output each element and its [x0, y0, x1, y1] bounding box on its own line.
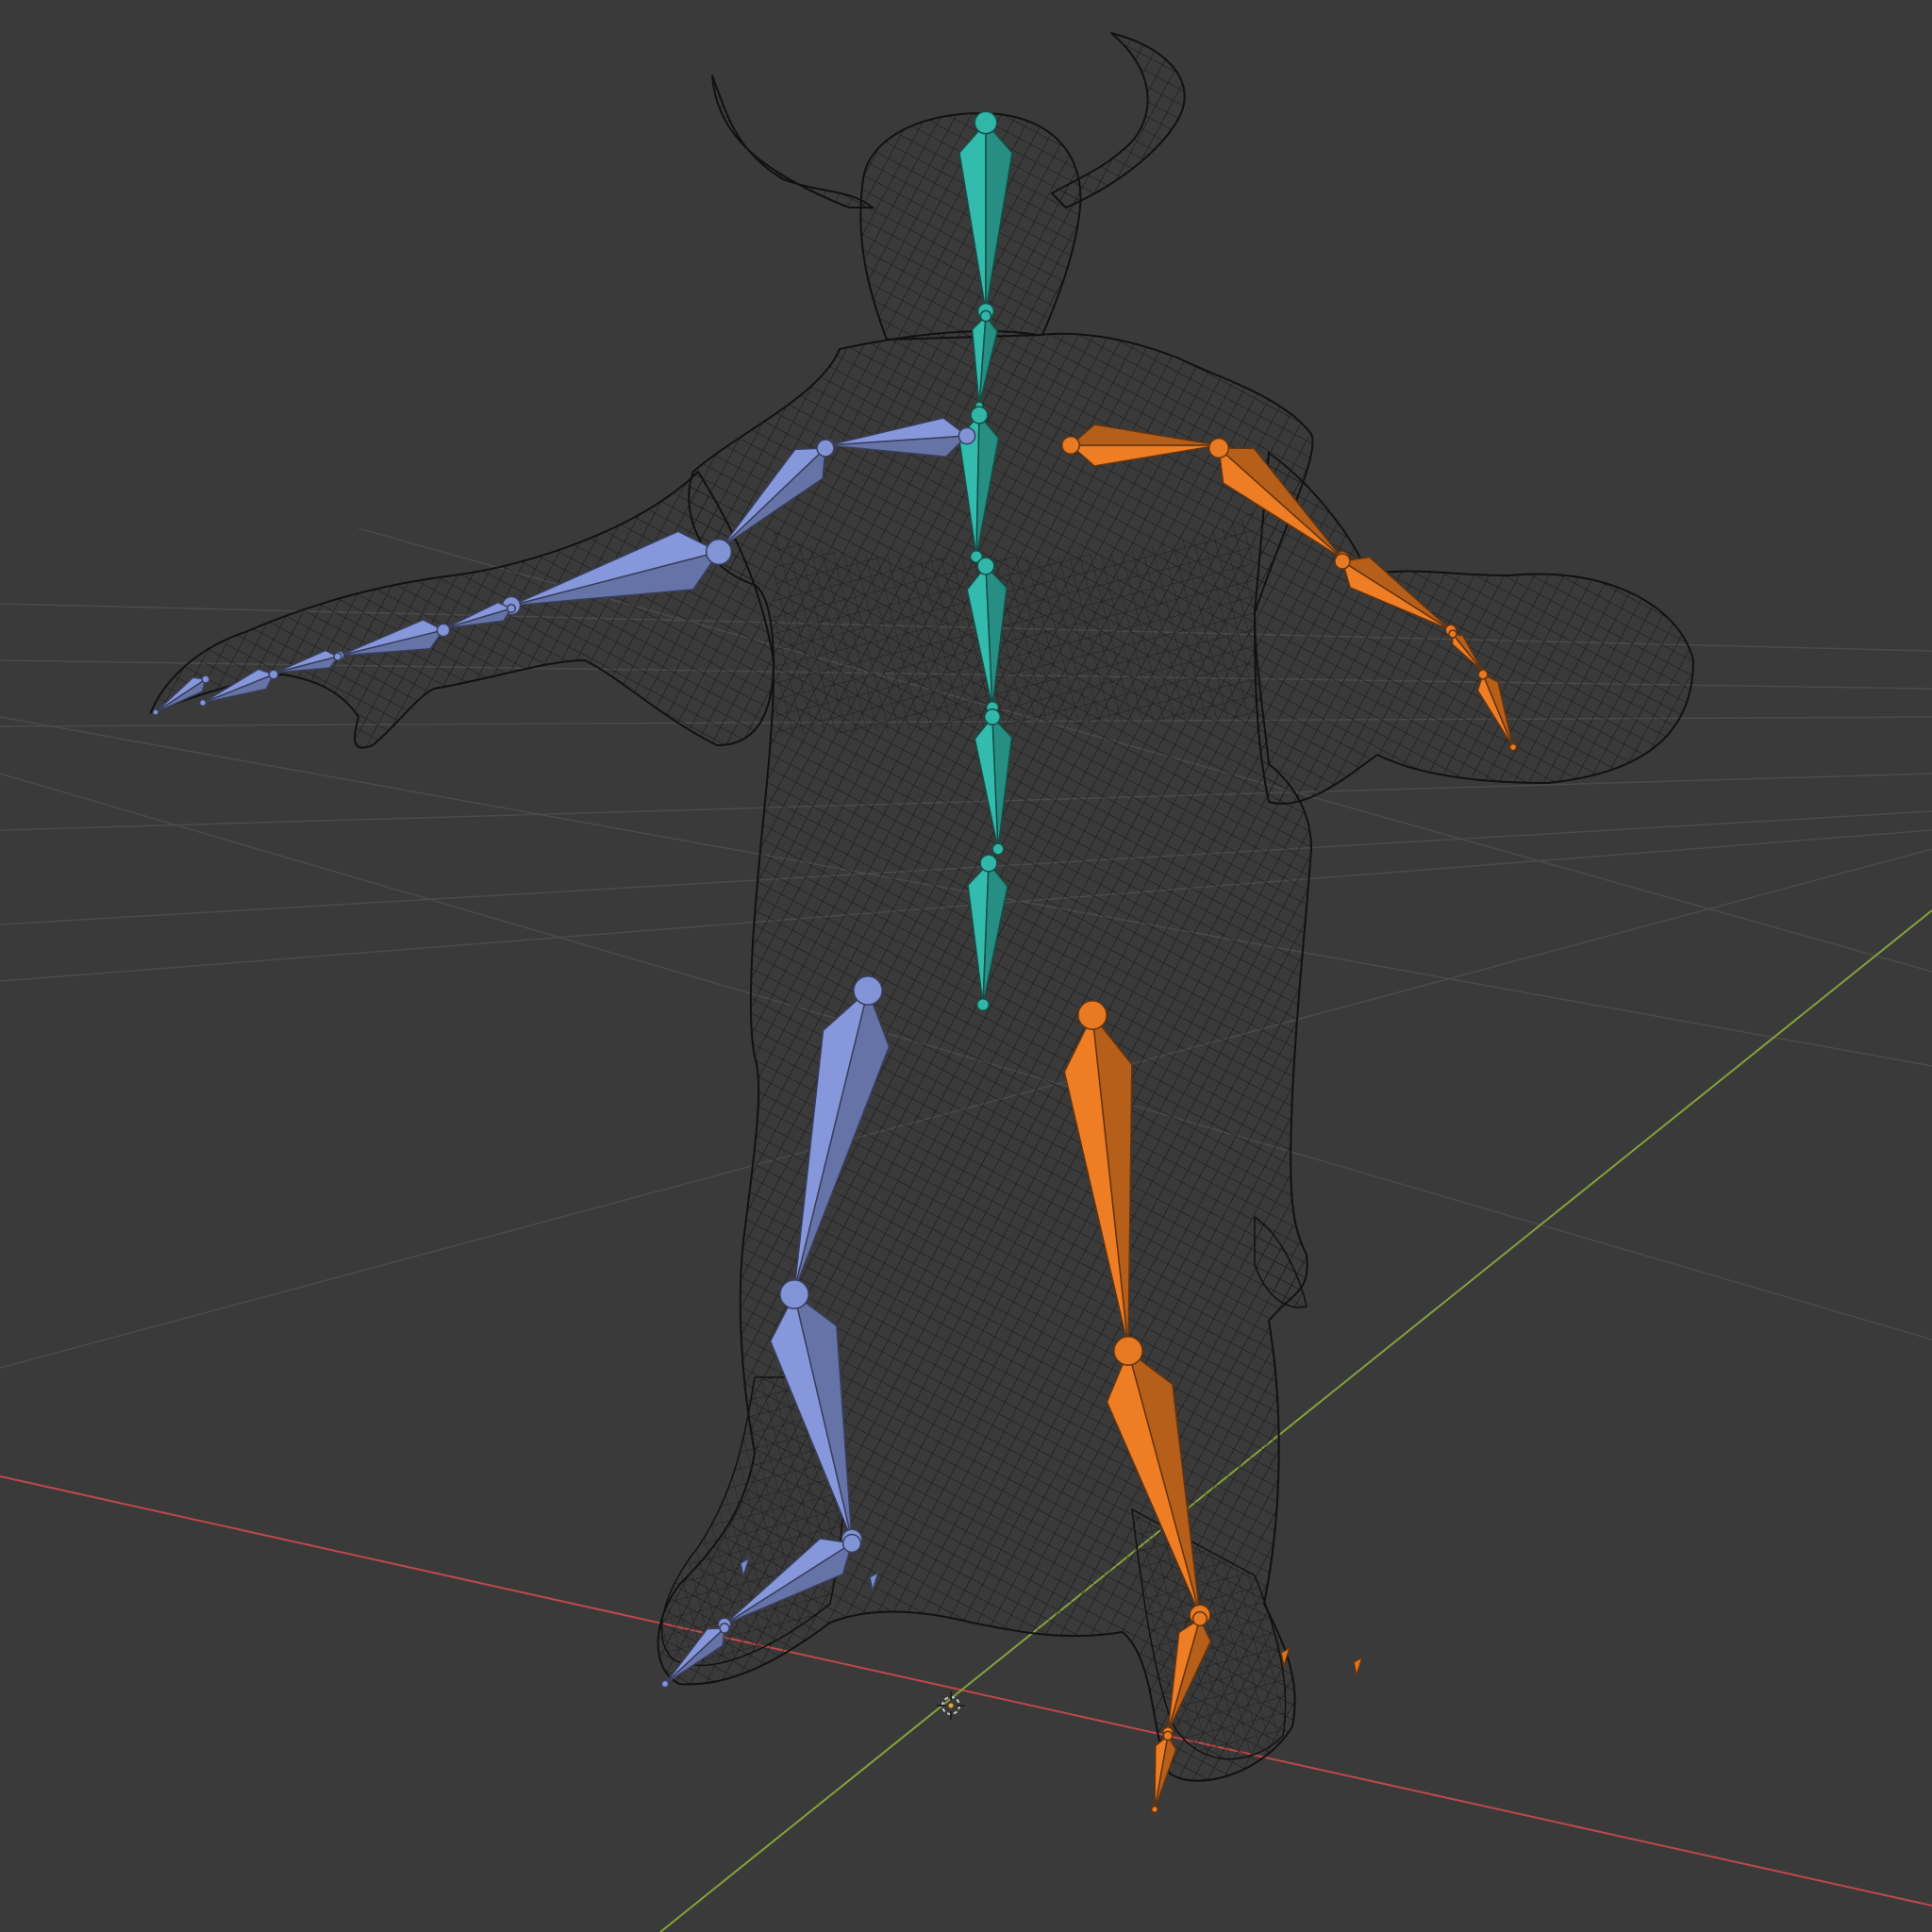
left-thigh-bone-head-joint[interactable] [853, 975, 883, 1006]
right-upper-arm-bone-head-joint[interactable] [1208, 437, 1230, 459]
right-finger-bone-tail-joint[interactable] [1508, 742, 1518, 752]
left-clavicle-bone-head-joint[interactable] [958, 426, 976, 445]
3d-cursor-icon[interactable] [937, 1691, 965, 1720]
pelvis-bone-tail-joint[interactable] [975, 997, 991, 1012]
left-hand-bone-head-joint[interactable] [506, 603, 517, 614]
right-arm [1253, 451, 1695, 805]
right-finger-bone-head-joint[interactable] [1477, 669, 1489, 680]
left-finger-bone-3-tail-joint[interactable] [198, 698, 208, 708]
right-hand-bone-head-joint[interactable] [1448, 629, 1457, 639]
left-horn [711, 75, 875, 208]
chest-bone-head-joint[interactable] [970, 406, 989, 425]
head-bone-head-joint[interactable] [974, 110, 998, 135]
left-toe-bone-tail-joint[interactable] [660, 1679, 670, 1689]
left-foot-bone-head-joint[interactable] [841, 1533, 862, 1554]
left-toe-bone-head-joint[interactable] [719, 1623, 730, 1634]
left-shin-bone-head-joint[interactable] [779, 1279, 809, 1309]
left-finger-bone-2-head-joint[interactable] [333, 652, 342, 661]
left-forearm-bone-head-joint[interactable] [705, 538, 733, 566]
right-clavicle-bone-head-joint[interactable] [1061, 436, 1080, 455]
left-upper-arm-bone-head-joint[interactable] [816, 439, 835, 458]
left-finger-bone-3-head-joint[interactable] [268, 669, 279, 680]
right-ik-helper[interactable] [1353, 1656, 1364, 1678]
left-finger-bone-4-tail-joint[interactable] [152, 708, 159, 716]
right-forearm-bone-head-joint[interactable] [1334, 553, 1351, 570]
lower-spine-bone-head-joint[interactable] [984, 708, 1001, 725]
left-finger-bone-4-head-joint[interactable] [201, 675, 210, 684]
right-thigh-bone-head-joint[interactable] [1077, 1000, 1108, 1030]
upper-spine-bone-head-joint[interactable] [976, 557, 995, 575]
right-toe-bone-head-joint[interactable] [1162, 1730, 1174, 1741]
3d-viewport[interactable] [0, 0, 1932, 1932]
pelvis-bone-head-joint[interactable] [979, 854, 998, 873]
horned-character-mesh[interactable] [149, 32, 1695, 1782]
right-shin-bone-head-joint[interactable] [1113, 1336, 1143, 1366]
right-foot-bone-head-joint[interactable] [1191, 1610, 1208, 1627]
viewport-canvas[interactable] [0, 0, 1932, 1932]
neck-bone-head-joint[interactable] [979, 309, 992, 323]
lower-spine-bone-tail-joint[interactable] [991, 842, 1005, 856]
left-finger-bone-1-head-joint[interactable] [436, 623, 451, 638]
right-toe-bone-tail-joint[interactable] [1150, 1805, 1159, 1814]
